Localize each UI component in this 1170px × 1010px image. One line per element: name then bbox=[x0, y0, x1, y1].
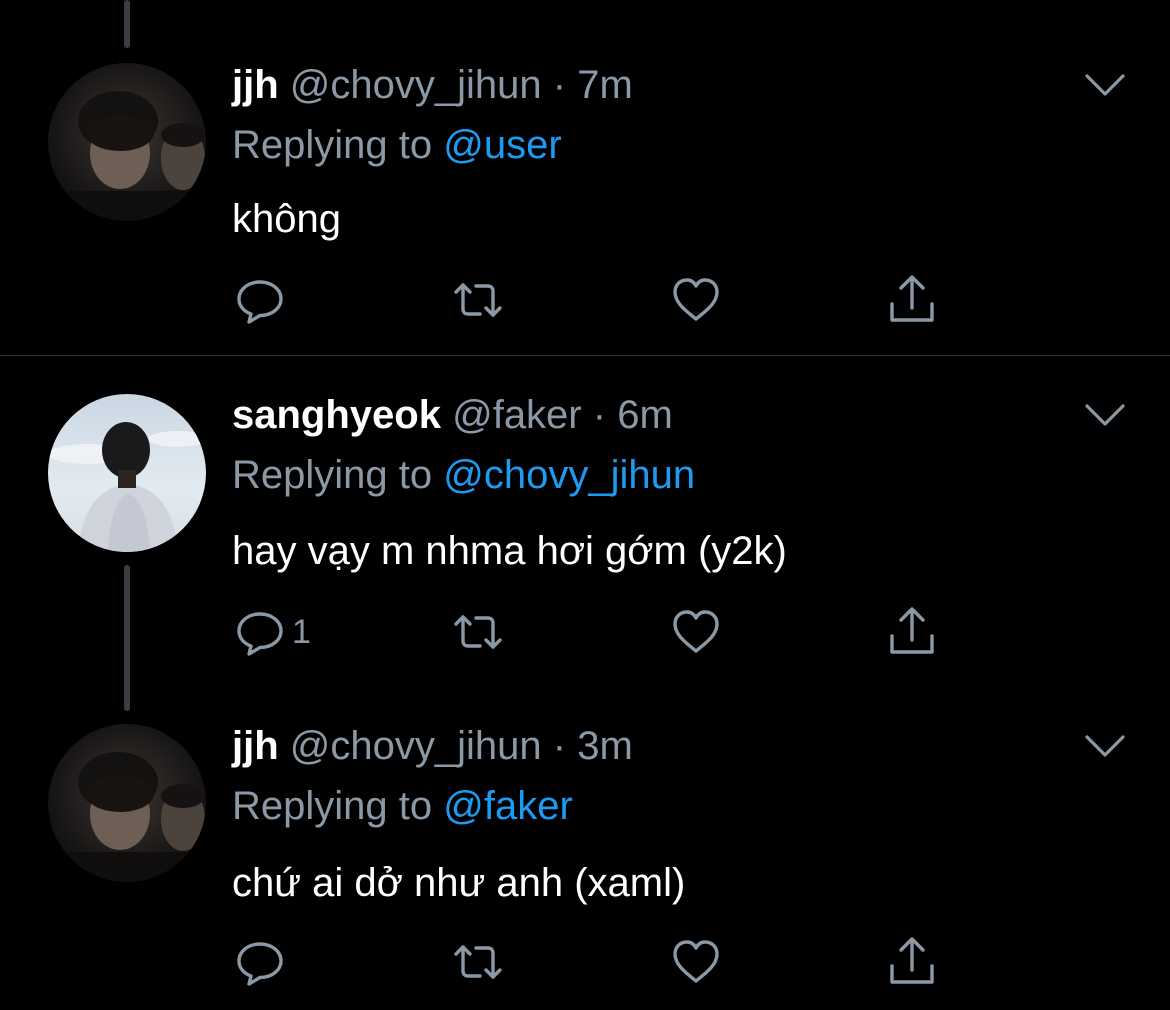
user-handle[interactable]: @faker bbox=[452, 393, 582, 437]
user-handle[interactable]: @chovy_jihun bbox=[290, 63, 542, 107]
tweet-text: hay vạy m nhma hơi gớm (y2k) bbox=[232, 529, 787, 573]
like-icon bbox=[673, 278, 719, 321]
avatar-sanghyeok[interactable] bbox=[48, 394, 206, 552]
share-icon bbox=[890, 275, 934, 322]
separator-dot: · bbox=[552, 63, 567, 107]
share-button[interactable] bbox=[884, 602, 940, 662]
tweet-header: jjh @chovy_jihun · 3m bbox=[232, 721, 633, 771]
reply-button[interactable] bbox=[232, 270, 292, 330]
reply-icon bbox=[237, 280, 283, 324]
like-icon bbox=[673, 610, 719, 653]
replying-to: Replying to @chovy_jihun bbox=[232, 450, 695, 500]
tweet-header: jjh @chovy_jihun · 7m bbox=[232, 60, 633, 110]
share-icon bbox=[890, 937, 934, 984]
replying-to-label: Replying to bbox=[232, 784, 433, 828]
tweet-text: không bbox=[232, 197, 341, 241]
replying-to: Replying to @faker bbox=[232, 781, 573, 831]
separator-dot: · bbox=[592, 393, 607, 437]
like-icon bbox=[673, 940, 719, 983]
replying-to-label: Replying to bbox=[232, 453, 433, 497]
reply-button[interactable]: 1 bbox=[232, 602, 311, 662]
like-button[interactable] bbox=[668, 932, 724, 992]
chevron-down-icon[interactable] bbox=[1084, 733, 1126, 759]
timestamp[interactable]: 7m bbox=[577, 63, 633, 107]
mention-link[interactable]: @faker bbox=[443, 784, 573, 828]
display-name[interactable]: sanghyeok bbox=[232, 393, 441, 437]
avatar-jjh[interactable] bbox=[48, 63, 206, 221]
reply-button[interactable] bbox=[232, 932, 292, 992]
separator-dot: · bbox=[552, 724, 567, 768]
retweet-button[interactable] bbox=[450, 932, 506, 992]
share-button[interactable] bbox=[884, 932, 940, 992]
user-handle[interactable]: @chovy_jihun bbox=[290, 724, 542, 768]
chevron-down-icon[interactable] bbox=[1084, 402, 1126, 428]
like-button[interactable] bbox=[668, 602, 724, 662]
mention-link[interactable]: @chovy_jihun bbox=[443, 453, 695, 497]
tweet-1[interactable]: jjh @chovy_jihun · 7m Replying to @user … bbox=[0, 0, 1170, 355]
tweet-actions: 1 bbox=[232, 602, 972, 662]
retweet-button[interactable] bbox=[450, 270, 506, 330]
timestamp[interactable]: 6m bbox=[617, 393, 673, 437]
display-name[interactable]: jjh bbox=[232, 724, 279, 768]
retweet-button[interactable] bbox=[450, 602, 506, 662]
mention-link[interactable]: @user bbox=[443, 123, 561, 167]
reply-icon bbox=[237, 612, 283, 656]
tweet-actions bbox=[232, 270, 972, 330]
tweet-3[interactable]: jjh @chovy_jihun · 3m Replying to @faker… bbox=[0, 710, 1170, 1010]
retweet-icon bbox=[454, 283, 502, 317]
timestamp[interactable]: 3m bbox=[577, 724, 633, 768]
tweet-2[interactable]: sanghyeok @faker · 6m Replying to @chovy… bbox=[0, 356, 1170, 710]
reply-count: 1 bbox=[292, 612, 311, 651]
share-button[interactable] bbox=[884, 270, 940, 330]
reply-icon bbox=[237, 942, 283, 986]
share-icon bbox=[890, 607, 934, 654]
tweet-text: chứ ai dở như anh (xaml) bbox=[232, 861, 686, 905]
tweet-actions bbox=[232, 932, 972, 992]
chevron-down-icon[interactable] bbox=[1084, 72, 1126, 98]
tweet-header: sanghyeok @faker · 6m bbox=[232, 390, 673, 440]
replying-to: Replying to @user bbox=[232, 120, 562, 170]
replying-to-label: Replying to bbox=[232, 123, 433, 167]
retweet-icon bbox=[454, 945, 502, 979]
like-button[interactable] bbox=[668, 270, 724, 330]
avatar-jjh[interactable] bbox=[48, 724, 206, 882]
display-name[interactable]: jjh bbox=[232, 63, 279, 107]
retweet-icon bbox=[454, 615, 502, 649]
